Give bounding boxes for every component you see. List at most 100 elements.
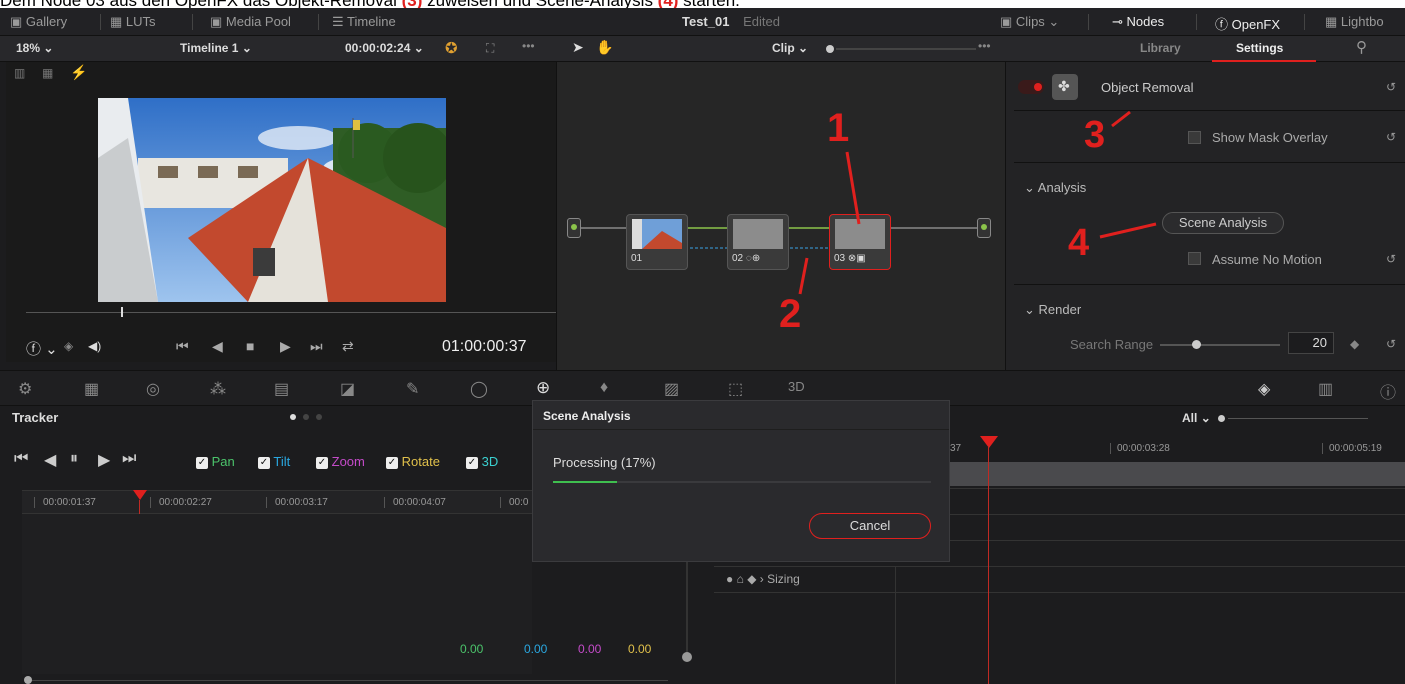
pause-icon[interactable]: ⏸ [70, 450, 78, 468]
jump-start-icon[interactable]: ⏮ [176, 338, 189, 355]
fullscreen-icon[interactable]: ⛶ [486, 41, 494, 56]
search-icon[interactable]: ⚲ [1356, 38, 1367, 56]
media-pool-tab[interactable]: ▣ Media Pool [210, 14, 291, 30]
tab-library[interactable]: Library [1140, 41, 1181, 55]
magic-wand-icon[interactable]: ⚡ [70, 64, 87, 81]
tilt-label: Tilt [273, 454, 291, 469]
ruler-tick: 37 [950, 443, 962, 454]
timeline-tab[interactable]: ☰ Timeline [332, 14, 396, 30]
tracker-zoom-knob[interactable] [682, 652, 692, 662]
track-reverse-start-icon[interactable]: ⏮ [14, 450, 28, 468]
info-icon[interactable]: ⓘ [1380, 379, 1396, 403]
play-reverse-icon[interactable]: ◀ [212, 338, 223, 355]
tracker-icon[interactable]: ⊕ [536, 378, 550, 398]
tab-settings[interactable]: Settings [1236, 41, 1283, 55]
more-options-icon[interactable]: ••• [978, 39, 991, 53]
page-dot[interactable] [303, 414, 309, 420]
qualifier-icon[interactable]: ✎ [406, 379, 419, 399]
annotation-3: 3 [1084, 114, 1106, 156]
tracker-scroll-track[interactable] [28, 680, 668, 681]
more-options-icon[interactable]: ••• [522, 39, 535, 53]
dialog-title: Scene Analysis [543, 409, 631, 423]
tracker-scroll-knob[interactable] [24, 676, 32, 684]
lightbox-icon: ▦ [1325, 14, 1341, 29]
track-divider [895, 488, 1405, 489]
zoom-slider-handle[interactable] [826, 45, 834, 53]
luts-tab[interactable]: ▦ LUTs [110, 14, 156, 30]
page-dot-active[interactable] [290, 414, 296, 420]
tilt-option[interactable]: ✓ Tilt [258, 454, 290, 469]
window-icon[interactable]: ◯ [470, 379, 488, 399]
track-forward-icon[interactable]: ▶ [98, 450, 110, 470]
tracker-zoom-slider[interactable] [686, 556, 688, 656]
timecode-select[interactable]: 00:00:02:24 ⌄ [345, 41, 424, 55]
timecode-value: 00:00:02:24 [345, 41, 411, 55]
zoom-value: 0.00 [578, 642, 602, 656]
keyframe-zoom-knob[interactable] [1218, 415, 1225, 422]
camera-raw-icon[interactable]: ⚙ [18, 379, 32, 399]
track-forward-end-icon[interactable]: ⏭ [122, 450, 136, 468]
blur-icon[interactable]: ▨ [664, 379, 679, 399]
zoom-slider-track[interactable] [836, 48, 976, 50]
sizing-3d-icon[interactable]: 3D [788, 379, 805, 394]
motion-effects-icon[interactable]: ▤ [274, 379, 289, 399]
page-dot[interactable] [316, 414, 322, 420]
jump-end-icon[interactable]: ⏭ [310, 338, 323, 355]
highlight-icon[interactable]: ✪ [445, 39, 458, 57]
track-reverse-icon[interactable]: ◀ [44, 450, 56, 470]
pointer-tool-icon[interactable]: ➤ [572, 39, 584, 56]
timeline-select[interactable]: Timeline 1 ⌄ [180, 41, 252, 55]
keyframe-filter-select[interactable]: All ⌄ [1182, 411, 1211, 425]
grid-icon[interactable]: ▦ [42, 66, 53, 80]
tracker-playhead-marker[interactable] [133, 490, 147, 500]
track-sizing[interactable]: ● ⌂ ◆ › Sizing [726, 572, 800, 586]
enable-dot-icon: ● [726, 572, 734, 586]
magic-mask-icon[interactable]: ♦ [600, 379, 608, 397]
ruler-tick: 00:00:04:07 [384, 497, 446, 508]
rotate-option[interactable]: ✓ Rotate [386, 454, 440, 469]
keyframe-filter-value: All [1182, 411, 1198, 425]
fx-icon[interactable]: ⓕ ⌄ [26, 338, 58, 359]
gallery-tab[interactable]: ▣ Gallery [10, 14, 67, 30]
pan-option[interactable]: ✓ Pan [196, 454, 235, 469]
viewer-scrubber-handle[interactable] [121, 307, 124, 317]
scene-analysis-dialog: Scene Analysis Processing (17%) Cancel [532, 400, 950, 562]
3d-option[interactable]: ✓ 3D [466, 454, 498, 469]
chevron-down-icon: ⌄ [241, 41, 252, 55]
keyframe-zoom-track[interactable] [1228, 418, 1368, 419]
cancel-button[interactable]: Cancel [809, 513, 931, 539]
curves-icon[interactable]: ◪ [340, 379, 355, 399]
zoom-select[interactable]: 18% ⌄ [16, 41, 53, 55]
scopes-icon[interactable]: ▥ [1318, 379, 1333, 399]
color-match-icon[interactable]: ▦ [84, 379, 99, 399]
rgb-mixer-icon[interactable]: ⁂ [210, 379, 226, 399]
progress-fill [553, 481, 618, 483]
fx-icon: ⓕ [1215, 17, 1232, 32]
node-editor: 01 02 ◌⊕ 03 ⊗▣ 1 2 [556, 62, 1005, 370]
audio-icon[interactable]: ◀) [88, 339, 101, 353]
viewer-mode-icon[interactable]: ▥ [14, 66, 25, 80]
gallery-icon: ▣ [10, 14, 26, 29]
key-icon[interactable]: ⬚ [728, 379, 743, 399]
viewer-scrubber-track[interactable] [26, 312, 556, 313]
resolve-window: ▣ Gallery ▦ LUTs ▣ Media Pool ☰ Timeline… [0, 8, 1405, 684]
play-icon[interactable]: ▶ [280, 338, 291, 355]
nodes-tab[interactable]: ⊸ Nodes [1112, 14, 1164, 30]
keyframes-icon[interactable]: ◈ [1258, 379, 1270, 399]
loop-icon[interactable]: ⇄ [342, 338, 354, 355]
lightbox-tab[interactable]: ▦ Lightbo [1325, 14, 1384, 30]
dialog-divider [533, 429, 949, 430]
gallery-label: Gallery [25, 14, 68, 29]
clip-mode-select[interactable]: Clip ⌄ [772, 41, 808, 55]
keyframe-master-track[interactable] [950, 462, 1405, 486]
openfx-tab[interactable]: ⓕ OpenFX [1215, 14, 1280, 33]
layers-icon[interactable]: ◈ [64, 339, 73, 353]
zoom-option[interactable]: ✓ Zoom [316, 454, 365, 469]
rotate-value: 0.00 [628, 642, 652, 656]
stop-icon[interactable]: ■ [246, 338, 254, 354]
clips-tab[interactable]: ▣ Clips ⌄ [1000, 14, 1059, 30]
nodes-icon: ⊸ [1112, 14, 1127, 29]
hand-tool-icon[interactable]: ✋ [596, 39, 613, 56]
keyframe-playhead-marker[interactable] [980, 436, 998, 448]
color-wheels-icon[interactable]: ◎ [146, 379, 160, 399]
